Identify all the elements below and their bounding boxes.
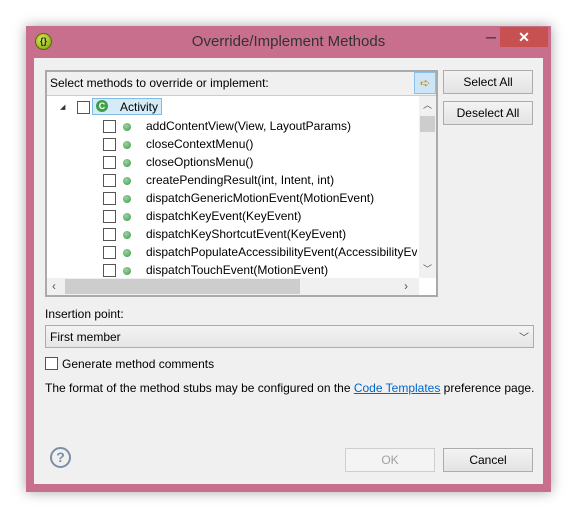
class-icon: C: [96, 100, 108, 112]
method-checkbox[interactable]: [103, 264, 116, 277]
horizontal-scroll-thumb[interactable]: [65, 279, 300, 294]
dialog-window: {} Override/Implement Methods ─ ☐ ✕ Sele…: [26, 26, 551, 492]
method-label: closeOptionsMenu(): [146, 155, 254, 169]
method-checkbox[interactable]: [103, 138, 116, 151]
method-checkbox[interactable]: [103, 246, 116, 259]
public-method-icon: [123, 159, 131, 167]
method-checkbox[interactable]: [103, 174, 116, 187]
method-checkbox[interactable]: [103, 120, 116, 133]
scroll-up-icon[interactable]: ︿: [423, 98, 432, 111]
generate-comments-label: Generate method comments: [62, 357, 215, 371]
methods-tree: ◢ C Activity addContentView(View, Layout…: [47, 95, 436, 295]
scroll-down-icon[interactable]: ﹀: [423, 262, 432, 275]
ok-button[interactable]: OK: [345, 448, 435, 472]
method-row[interactable]: addContentView(View, LayoutParams): [47, 117, 417, 135]
public-method-icon: [123, 267, 131, 275]
method-checkbox[interactable]: [103, 228, 116, 241]
method-row[interactable]: closeContextMenu(): [47, 135, 417, 153]
insertion-point-select[interactable]: First member ﹀: [45, 325, 534, 348]
tree-root-label: Activity: [120, 100, 159, 114]
method-checkbox[interactable]: [103, 156, 116, 169]
method-checkbox[interactable]: [103, 192, 116, 205]
method-row[interactable]: dispatchGenericMotionEvent(MotionEvent): [47, 189, 417, 207]
select-all-button[interactable]: Select All: [443, 70, 533, 94]
activity-checkbox[interactable]: [77, 101, 90, 114]
method-label: createPendingResult(int, Intent, int): [146, 173, 335, 187]
method-row[interactable]: dispatchPopulateAccessibilityEvent(Acces…: [47, 243, 417, 261]
close-button[interactable]: ✕: [500, 27, 548, 47]
tree-root-activity[interactable]: ◢ C Activity: [47, 98, 417, 116]
horizontal-scrollbar[interactable]: ‹ ›: [47, 278, 419, 295]
vertical-scrollbar[interactable]: ︿ ﹀: [419, 96, 436, 278]
deselect-all-button[interactable]: Deselect All: [443, 101, 533, 125]
method-label: dispatchPopulateAccessibilityEvent(Acces…: [146, 245, 417, 259]
method-row[interactable]: dispatchKeyEvent(KeyEvent): [47, 207, 417, 225]
dialog-content: Select methods to override or implement:…: [34, 58, 543, 484]
info-text-after: preference page.: [440, 381, 535, 395]
methods-header: Select methods to override or implement:: [50, 76, 269, 90]
method-label: dispatchGenericMotionEvent(MotionEvent): [146, 191, 375, 205]
method-row[interactable]: closeOptionsMenu(): [47, 153, 417, 171]
toggle-view-icon[interactable]: ➪: [414, 72, 436, 94]
method-label: dispatchTouchEvent(MotionEvent): [146, 263, 329, 277]
insertion-point-label: Insertion point:: [45, 307, 124, 321]
window-title: Override/Implement Methods: [191, 33, 386, 50]
public-method-icon: [123, 231, 131, 239]
info-text: The format of the method stubs may be co…: [45, 381, 534, 395]
method-label: dispatchKeyEvent(KeyEvent): [146, 209, 302, 223]
code-templates-link[interactable]: Code Templates: [354, 381, 441, 395]
vertical-scroll-thumb[interactable]: [420, 116, 435, 132]
method-row[interactable]: createPendingResult(int, Intent, int): [47, 171, 417, 189]
scroll-right-icon[interactable]: ›: [404, 279, 408, 293]
chevron-down-icon: ﹀: [519, 333, 529, 344]
method-row[interactable]: dispatchTouchEvent(MotionEvent): [47, 261, 417, 279]
help-icon[interactable]: ?: [50, 447, 71, 468]
methods-panel: Select methods to override or implement:…: [45, 70, 438, 297]
method-label: dispatchKeyShortcutEvent(KeyEvent): [146, 227, 347, 241]
public-method-icon: [123, 213, 131, 221]
method-label: addContentView(View, LayoutParams): [146, 119, 352, 133]
public-method-icon: [123, 123, 131, 131]
public-method-icon: [123, 141, 131, 149]
insertion-point-value: First member: [50, 330, 121, 344]
scroll-left-icon[interactable]: ‹: [52, 279, 56, 293]
public-method-icon: [123, 177, 131, 185]
method-row[interactable]: dispatchKeyShortcutEvent(KeyEvent): [47, 225, 417, 243]
method-label: closeContextMenu(): [146, 137, 254, 151]
public-method-icon: [123, 249, 131, 257]
expand-triangle-icon[interactable]: ◢: [60, 103, 65, 111]
public-method-icon: [123, 195, 131, 203]
info-text-before: The format of the method stubs may be co…: [45, 381, 354, 395]
method-checkbox[interactable]: [103, 210, 116, 223]
cancel-button[interactable]: Cancel: [443, 448, 533, 472]
generate-comments-checkbox[interactable]: [45, 357, 58, 370]
